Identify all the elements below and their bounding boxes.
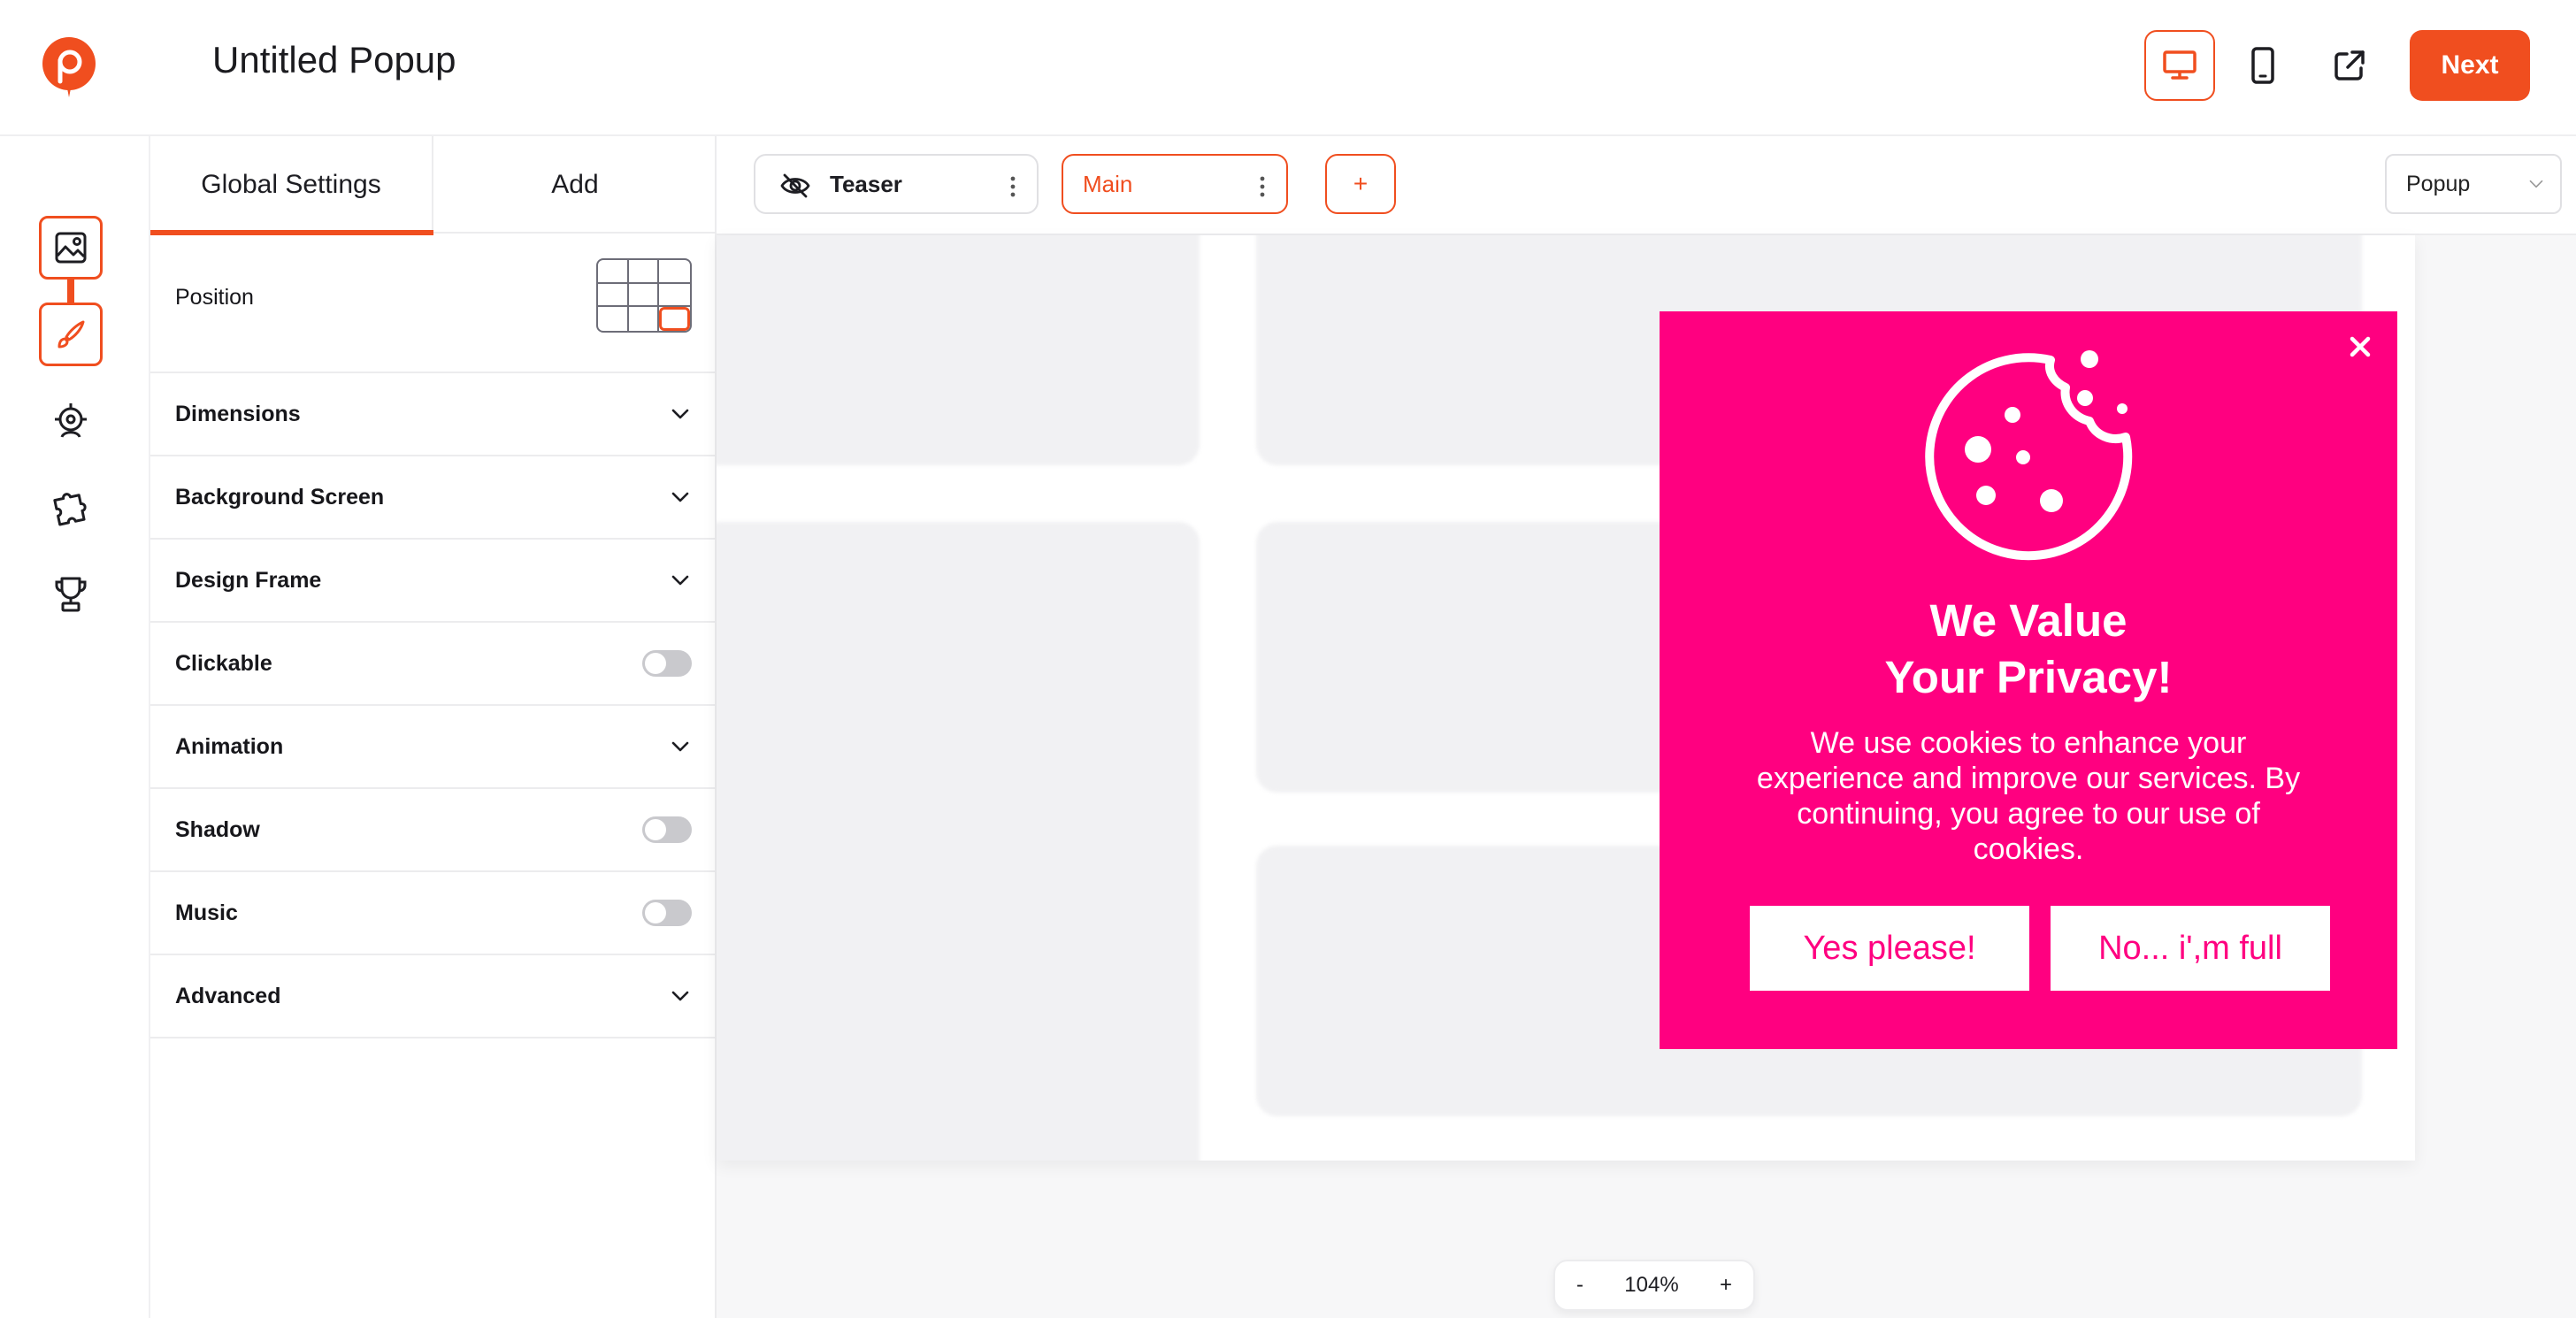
image-icon (55, 232, 87, 264)
shadow-label: Shadow (175, 816, 260, 842)
step-teaser-label: Teaser (830, 170, 902, 197)
design-frame-label: Design Frame (175, 567, 322, 593)
zoom-level: 104% (1624, 1273, 1679, 1297)
position-cell[interactable] (598, 283, 629, 308)
rail-image-button[interactable] (39, 216, 103, 280)
puzzle-icon (53, 493, 87, 526)
design-frame-row[interactable]: Design Frame (150, 540, 717, 623)
target-icon (55, 403, 87, 438)
step-main[interactable]: Main (1062, 154, 1288, 214)
music-toggle[interactable] (642, 900, 692, 926)
popup-type-select[interactable]: Popup (2385, 154, 2562, 214)
preview-placeholder-block (717, 522, 1200, 1161)
close-icon[interactable] (2348, 334, 2373, 359)
zoom-control: - 104% + (1553, 1260, 1755, 1311)
add-step-button[interactable]: + (1325, 154, 1396, 214)
popup-type-value: Popup (2406, 171, 2471, 196)
app-logo[interactable] (41, 35, 97, 106)
decline-cookies-button[interactable]: No... i',m full (2051, 906, 2330, 991)
zoom-in-button[interactable]: + (1720, 1273, 1732, 1298)
tab-global-settings[interactable]: Global Settings (150, 136, 433, 235)
next-button[interactable]: Next (2410, 30, 2530, 101)
chevron-down-icon (671, 991, 689, 1001)
external-link-icon (2334, 50, 2365, 80)
cookie-consent-popup[interactable]: We Value Your Privacy! We use cookies to… (1660, 311, 2397, 1049)
animation-label: Animation (175, 733, 284, 759)
shadow-toggle[interactable] (642, 816, 692, 843)
desktop-view-button[interactable] (2144, 30, 2215, 101)
chevron-down-icon (671, 492, 689, 502)
panel-tabs: Global Settings Add (150, 136, 717, 235)
eye-off-icon (780, 173, 810, 198)
rail-connector (67, 278, 74, 304)
more-vertical-icon[interactable] (1010, 175, 1016, 198)
page-title: Untitled Popup (212, 39, 456, 80)
clickable-toggle[interactable] (642, 650, 692, 677)
settings-panel: Global Settings Add Position Dimensions … (150, 136, 717, 1318)
tab-add[interactable]: Add (433, 136, 717, 234)
mobile-icon (2251, 47, 2274, 84)
zoom-out-button[interactable]: - (1576, 1273, 1583, 1298)
chevron-down-icon (671, 741, 689, 752)
background-screen-row[interactable]: Background Screen (150, 456, 717, 540)
popup-body-text: We use cookies to enhance your experienc… (1756, 726, 2301, 866)
position-cell[interactable] (598, 307, 629, 331)
popup-heading-line2: Your Privacy! (1884, 652, 2173, 702)
clickable-label: Clickable (175, 650, 272, 676)
dimensions-label: Dimensions (175, 401, 301, 426)
rail-target-button[interactable] (39, 389, 103, 453)
position-cell[interactable] (628, 283, 660, 308)
step-bar: Teaser Main + Popup (717, 136, 2576, 235)
popup-heading-line1: We Value (1929, 595, 2128, 646)
position-cell[interactable] (629, 307, 660, 331)
desktop-icon (2163, 50, 2196, 80)
chevron-down-icon (671, 575, 689, 586)
animation-row[interactable]: Animation (150, 706, 717, 789)
rail-brush-button[interactable] (39, 303, 103, 366)
preview-placeholder-block (717, 235, 1200, 465)
step-main-label: Main (1083, 170, 1133, 197)
step-teaser[interactable]: Teaser (754, 154, 1039, 214)
editor-canvas: Teaser Main + Popup We Value Your Privac… (717, 136, 2576, 1318)
music-row: Music (150, 872, 717, 955)
position-cell[interactable] (628, 260, 660, 284)
mobile-view-button[interactable] (2227, 30, 2298, 101)
advanced-row[interactable]: Advanced (150, 955, 717, 1038)
position-cell[interactable] (659, 284, 690, 308)
dimensions-row[interactable]: Dimensions (150, 373, 717, 456)
rail-goals-button[interactable] (39, 563, 103, 626)
advanced-label: Advanced (175, 983, 281, 1008)
position-row: Position (150, 234, 717, 373)
clickable-row: Clickable (150, 623, 717, 706)
popup-heading: We Value Your Privacy! (1660, 593, 2397, 706)
trophy-icon (55, 577, 87, 612)
position-cell[interactable] (659, 260, 690, 284)
more-vertical-icon[interactable] (1260, 175, 1265, 198)
chevron-down-icon (2529, 180, 2543, 188)
background-screen-label: Background Screen (175, 484, 385, 510)
music-label: Music (175, 900, 238, 925)
rail-integrations-button[interactable] (39, 476, 103, 540)
position-grid[interactable] (596, 258, 692, 333)
preview-external-button[interactable] (2314, 30, 2385, 101)
brush-icon (58, 320, 85, 349)
shadow-row: Shadow (150, 789, 717, 872)
position-label: Position (175, 285, 254, 310)
position-cell-selected[interactable] (659, 307, 690, 331)
accept-cookies-button[interactable]: Yes please! (1750, 906, 2029, 991)
top-bar: Untitled Popup Next (0, 0, 2576, 136)
chevron-down-icon (671, 409, 689, 419)
cookie-icon (1925, 350, 2133, 561)
tool-rail (0, 136, 150, 1318)
position-cell[interactable] (598, 260, 629, 284)
